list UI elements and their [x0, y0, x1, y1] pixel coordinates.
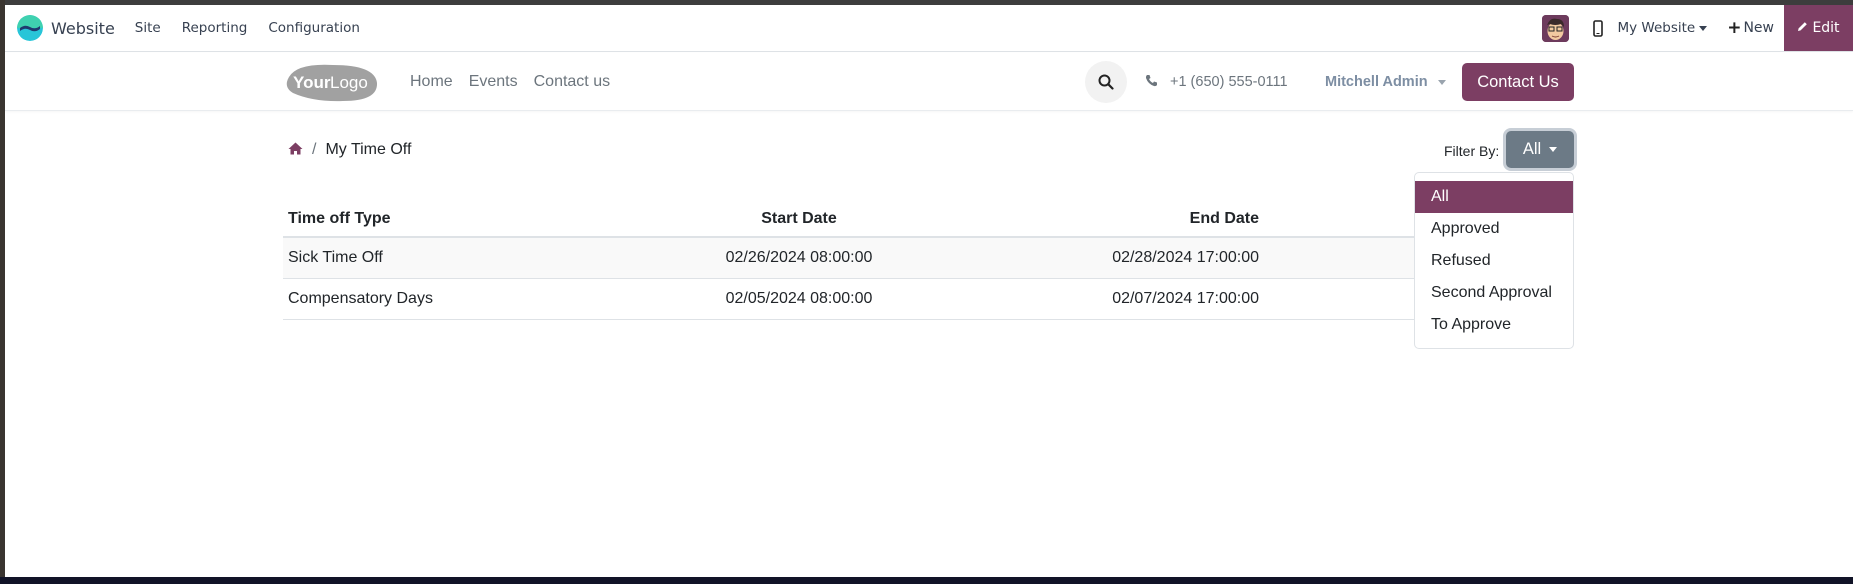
app-name: Website: [51, 18, 115, 38]
filter-selected-value: All: [1522, 140, 1542, 158]
menu-configuration[interactable]: Configuration: [268, 20, 360, 36]
logo-text-bold: Your: [293, 73, 331, 92]
filter-label: Filter By:: [1444, 143, 1500, 159]
edit-label: Edit: [1812, 20, 1840, 36]
nav-events[interactable]: Events: [469, 73, 518, 91]
odoo-navbar: Website Site Reporting Configuration My …: [5, 5, 1853, 52]
table-row[interactable]: Sick Time Off 02/26/2024 08:00:00 02/28/…: [283, 237, 1574, 279]
column-header-type: Time off Type: [283, 200, 629, 238]
plus-icon: +: [1727, 18, 1742, 38]
edit-button[interactable]: Edit: [1784, 5, 1853, 51]
website-app-icon: [17, 15, 43, 41]
cell-type: Sick Time Off: [283, 237, 629, 279]
pencil-icon: [1797, 21, 1808, 35]
phone-number: +1 (650) 555-0111: [1170, 74, 1288, 90]
cell-type: Compensatory Days: [283, 278, 629, 320]
filter-option-refused[interactable]: Refused: [1415, 245, 1573, 277]
mobile-preview-icon[interactable]: [1591, 18, 1605, 38]
column-header-start-date: Start Date: [629, 200, 969, 238]
table-row[interactable]: Compensatory Days 02/05/2024 08:00:00 02…: [283, 278, 1574, 320]
breadcrumb-current: My Time Off: [325, 141, 412, 158]
chevron-down-icon: [1549, 147, 1558, 152]
breadcrumb-separator: /: [312, 141, 317, 158]
breadcrumb: / My Time Off: [288, 141, 411, 159]
search-button[interactable]: [1085, 61, 1127, 103]
new-label: New: [1743, 20, 1774, 36]
website-switcher-label: My Website: [1617, 20, 1696, 36]
menu-reporting[interactable]: Reporting: [182, 20, 248, 36]
website-switcher[interactable]: My Website: [1617, 20, 1708, 36]
filter-option-approved[interactable]: Approved: [1415, 213, 1573, 245]
time-off-table: Time off Type Start Date End Date Sick T…: [283, 200, 1574, 320]
nav-contact-us[interactable]: Contact us: [534, 73, 610, 91]
table-header-row: Time off Type Start Date End Date: [283, 200, 1574, 238]
phone-link[interactable]: +1 (650) 555-0111: [1145, 53, 1288, 111]
website-nav: Home Events Contact us: [410, 53, 626, 111]
user-menu[interactable]: Mitchell Admin: [1325, 53, 1446, 111]
cell-start-date: 02/26/2024 08:00:00: [629, 237, 969, 279]
nav-home[interactable]: Home: [410, 73, 453, 91]
column-header-end-date: End Date: [969, 200, 1264, 238]
chevron-down-icon: [1437, 79, 1446, 85]
contact-us-button[interactable]: Contact Us: [1462, 63, 1574, 101]
site-logo[interactable]: Your Logo: [283, 61, 380, 103]
phone-icon: [1145, 74, 1158, 90]
chevron-down-icon: [1699, 25, 1708, 31]
menu-site[interactable]: Site: [135, 20, 161, 36]
navbar-systray: My Website + New Edit: [1542, 5, 1853, 51]
website-header: Your Logo Home Events Contact us +1 (650…: [5, 53, 1853, 111]
cell-end-date: 02/07/2024 17:00:00: [969, 278, 1264, 320]
home-icon[interactable]: [288, 142, 303, 159]
cell-start-date: 02/05/2024 08:00:00: [629, 278, 969, 320]
window-bottom-edge: [0, 577, 1853, 584]
filter-option-second-approval[interactable]: Second Approval: [1415, 277, 1573, 309]
filter-option-to-approve[interactable]: To Approve: [1415, 309, 1573, 341]
filter-option-all[interactable]: All: [1415, 181, 1573, 213]
app-brand[interactable]: Website: [17, 15, 135, 41]
filter-dropdown-menu: All Approved Refused Second Approval To …: [1414, 172, 1574, 349]
user-name: Mitchell Admin: [1325, 74, 1428, 90]
search-icon: [1098, 74, 1114, 90]
logo-text-light: Logo: [330, 73, 368, 92]
user-avatar[interactable]: [1542, 14, 1570, 42]
new-button[interactable]: + New: [1727, 18, 1774, 38]
cell-end-date: 02/28/2024 17:00:00: [969, 237, 1264, 279]
browser-viewport: Website Site Reporting Configuration My …: [5, 5, 1853, 577]
filter-dropdown-toggle[interactable]: All: [1506, 131, 1574, 168]
